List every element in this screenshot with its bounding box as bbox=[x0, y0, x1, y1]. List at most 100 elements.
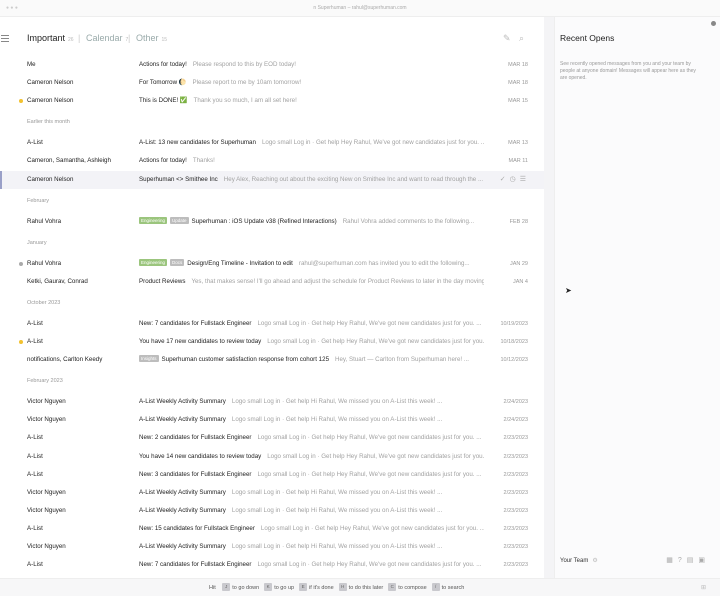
email-subject: New: 7 candidates for Fullstack Engineer bbox=[139, 319, 252, 327]
email-label-badge[interactable]: Docs bbox=[170, 258, 185, 266]
email-row[interactable]: Rahul Vohra Engineering Update Superhuman :… bbox=[0, 213, 544, 231]
calendar-icon[interactable]: ▦ bbox=[666, 557, 678, 564]
email-row[interactable]: Cameron Nelson Superhuman <> Smithee Inc H… bbox=[0, 170, 544, 189]
email-snippet: Thank you so much, I am all set here! bbox=[193, 97, 297, 105]
email-sender: A-List bbox=[27, 524, 43, 532]
compose-icon[interactable]: ✎ bbox=[503, 33, 511, 44]
shortcut-hints: Hit Jto go down Kto go up Eif it's done Hto… bbox=[209, 579, 464, 596]
email-content: Superhuman <> Smithee Inc Hey Alex, Reach… bbox=[139, 171, 484, 189]
email-row[interactable]: Rahul Vohra Engineering Docs Design/Eng Tim… bbox=[0, 255, 544, 273]
grid-icon[interactable]: ▤ bbox=[687, 557, 699, 564]
email-label-badge[interactable]: Engineering bbox=[139, 258, 168, 266]
email-subject: This is DONE! ✅ bbox=[139, 97, 188, 105]
section-header: January bbox=[27, 239, 47, 246]
email-label-badge[interactable]: Engineering bbox=[139, 216, 168, 224]
email-row[interactable]: A-List New: 15 candidates for Fullstack E… bbox=[0, 520, 544, 538]
email-date: 2/23/2023 bbox=[503, 507, 528, 514]
email-row[interactable]: A-List You have 17 new candidates to revi… bbox=[0, 333, 544, 351]
panel-description: See recently opened messages from you an… bbox=[560, 61, 696, 81]
mouse-cursor-icon: ➤ bbox=[565, 286, 572, 295]
email-row[interactable]: A-List New: 2 candidates for Fullstack En… bbox=[0, 429, 544, 447]
email-subject: Superhuman <> Smithee Inc bbox=[139, 175, 218, 183]
tab-important[interactable]: Important 26 bbox=[27, 33, 74, 43]
email-snippet: Yes, that makes sense! I'll go ahead and… bbox=[191, 277, 484, 285]
email-snippet: Logo small Log in · Get help Hey Rahul, … bbox=[261, 139, 484, 147]
email-content: A-List Weekly Activity Summary Logo small… bbox=[139, 502, 484, 520]
email-date: 2/23/2023 bbox=[503, 435, 528, 442]
email-subject: New: 7 candidates for Fullstack Engineer bbox=[139, 561, 252, 569]
tab-other[interactable]: Other 15 bbox=[136, 33, 167, 43]
tab-label: Important bbox=[27, 33, 66, 43]
your-team-button[interactable]: Your Team ⚙ bbox=[560, 557, 598, 564]
email-row[interactable]: Cameron, Samantha, Ashleigh Actions for t… bbox=[0, 152, 544, 170]
email-content: A-List Weekly Activity Summary Logo small… bbox=[139, 411, 484, 429]
shortcut-text: to go up bbox=[274, 585, 295, 591]
done-icon[interactable]: ✓ bbox=[500, 176, 510, 183]
footer-toggle-icon[interactable]: ⊞ bbox=[701, 579, 706, 596]
gear-icon[interactable]: ⚙ bbox=[592, 558, 597, 564]
unread-dot-icon bbox=[19, 99, 23, 104]
shortcut-text: to search bbox=[441, 585, 465, 591]
menu-icon[interactable] bbox=[1, 35, 9, 44]
team-label: Your Team bbox=[560, 558, 589, 564]
email-sender: Victor Nguyen bbox=[27, 398, 66, 406]
section-header: February bbox=[27, 197, 50, 204]
settings-icon[interactable]: ▣ bbox=[698, 557, 710, 564]
email-row[interactable]: Victor Nguyen A-List Weekly Activity Summ… bbox=[0, 502, 544, 520]
email-row[interactable]: Victor Nguyen A-List Weekly Activity Summ… bbox=[0, 411, 544, 429]
email-content: Insights Superhuman customer satisfaction… bbox=[139, 351, 484, 369]
help-icon[interactable]: ? bbox=[678, 557, 687, 564]
email-sender: Cameron, Samantha, Ashleigh bbox=[27, 157, 111, 165]
email-content: New: 7 candidates for Fullstack Engineer… bbox=[139, 315, 484, 333]
email-content: A-List Weekly Activity Summary Logo small… bbox=[139, 484, 484, 502]
email-sender: Victor Nguyen bbox=[27, 543, 66, 550]
more-icon[interactable]: ☰ bbox=[520, 176, 530, 183]
email-row[interactable]: Victor Nguyen A-List Weekly Activity Summ… bbox=[0, 538, 544, 556]
window-controls[interactable]: ● ● ● bbox=[6, 0, 18, 17]
email-row[interactable]: A-List New: 7 candidates for Fullstack En… bbox=[0, 315, 544, 333]
email-date: 2/23/2023 bbox=[503, 544, 528, 550]
email-row[interactable]: A-List You have 14 new candidates to revi… bbox=[0, 448, 544, 466]
email-content: This is DONE! ✅ Thank you so much, I am a… bbox=[139, 92, 484, 110]
email-snippet: Logo small Log in · Get help Hey Rahul, … bbox=[257, 561, 482, 569]
email-snippet: Logo small Log in · Get help Hey Rahul, … bbox=[260, 524, 484, 532]
remind-icon[interactable]: ◷ bbox=[510, 176, 520, 183]
email-subject: You have 17 new candidates to review tod… bbox=[139, 338, 262, 345]
email-row[interactable]: Victor Nguyen A-List Weekly Activity Summ… bbox=[0, 484, 544, 502]
unread-dot-icon bbox=[19, 261, 23, 266]
email-row[interactable]: A-List New: 3 candidates for Fullstack En… bbox=[0, 466, 544, 484]
email-snippet: Logo small Log in · Get help Hi Rahul, W… bbox=[231, 416, 443, 424]
email-subject: Product Reviews bbox=[139, 277, 186, 285]
email-snippet: Logo small Log in · Get help Hi Rahul, W… bbox=[231, 506, 443, 514]
shortcut-key: / bbox=[431, 583, 440, 591]
email-row[interactable]: Me Actions for today! Please respond to th… bbox=[0, 56, 544, 74]
email-subject: A-List Weekly Activity Summary bbox=[139, 398, 226, 406]
email-sender: Cameron Nelson bbox=[27, 97, 74, 105]
email-label-badge[interactable]: Update bbox=[170, 216, 189, 224]
shortcut-key: C bbox=[388, 583, 397, 591]
email-date: MAR 11 bbox=[508, 158, 528, 165]
email-row[interactable]: notifications, Carlton Keedy Insights Supe… bbox=[0, 351, 544, 369]
email-subject: A-List: 13 new candidates for Superhuman bbox=[139, 139, 256, 147]
email-snippet: Please respond to this by EOD today! bbox=[192, 61, 296, 68]
email-content: A-List Weekly Activity Summary Logo small… bbox=[139, 393, 484, 411]
email-row[interactable]: Cameron Nelson For Tomorrow 🌔 Please repor… bbox=[0, 74, 544, 92]
tab-calendar[interactable]: Calendar 7 bbox=[86, 33, 128, 43]
email-row[interactable]: A-List New: 7 candidates for Fullstack En… bbox=[0, 556, 544, 574]
shortcut-text: to do this later bbox=[348, 585, 384, 591]
email-row[interactable]: Cameron Nelson This is DONE! ✅ Thank you s… bbox=[0, 92, 544, 110]
email-date: MAR 13 bbox=[508, 140, 528, 147]
section-header: October 2023 bbox=[27, 299, 61, 306]
email-label-badge[interactable]: Insights bbox=[139, 355, 159, 363]
email-snippet: Logo small Log in · Get help Hey Rahul, … bbox=[257, 319, 482, 327]
email-date: 2/23/2023 bbox=[503, 489, 528, 496]
email-row[interactable]: Ketki, Gaurav, Conrad Product Reviews Yes,… bbox=[0, 273, 544, 291]
shortcut-text: to compose bbox=[398, 585, 427, 591]
email-row[interactable]: Victor Nguyen A-List Weekly Activity Summ… bbox=[0, 393, 544, 411]
search-icon[interactable]: ⌕ bbox=[519, 33, 524, 44]
email-subject: Actions for today! bbox=[139, 157, 187, 165]
email-subject: A-List Weekly Activity Summary bbox=[139, 506, 226, 514]
email-date: 2/23/2023 bbox=[503, 453, 528, 460]
shortcut-key: K bbox=[264, 583, 273, 591]
email-row[interactable]: A-List A-List: 13 new candidates for Supe… bbox=[0, 134, 544, 152]
